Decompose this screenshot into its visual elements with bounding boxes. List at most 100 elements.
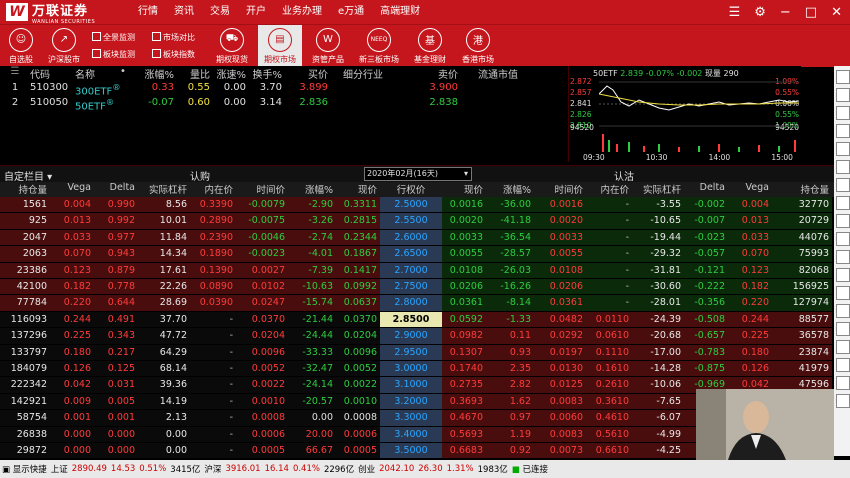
cell: 0.0592 [442,311,486,328]
sidebar-tool-icon[interactable] [836,340,850,354]
col-header[interactable]: Delta [684,182,728,197]
expiry-month-select[interactable]: 2020年02月(16天) ▾ [364,167,472,181]
sh-sz-market-button[interactable]: ↗ 沪深股市 [44,25,84,67]
chart-icon: ↗ [52,27,76,52]
cell: 0.00 [138,443,190,459]
sidebar-tool-icon[interactable] [836,232,850,246]
cell: - [586,262,632,278]
sidebar-tool-icon[interactable] [836,178,850,192]
sidebar-tool-icon[interactable] [836,376,850,390]
fund-button[interactable]: 基基金理财 [408,25,452,67]
option-row[interactable]: 2047 0.033 0.977 11.84 0.2390 -0.0046 -2.74 0.2… [0,229,834,246]
col-header[interactable]: 现价 [442,182,486,197]
sidebar-tool-icon[interactable] [836,250,850,264]
sector-monitor-checkbox[interactable]: 板块监测 [92,49,135,60]
sidebar-tool-icon[interactable] [836,268,850,282]
sidebar-tool-icon[interactable] [836,286,850,300]
col-header[interactable]: 涨幅% [288,182,336,197]
col-header[interactable]: 涨速% [210,66,246,80]
cell: 0.0006 [336,426,380,442]
option-row[interactable]: 137296 0.225 0.343 47.72-0.0204 -24.44 0.0204… [0,328,834,344]
col-header[interactable]: 实际杠杆 [632,182,684,197]
list-menu-icon[interactable]: ☰ [729,5,741,20]
col-header[interactable]: 现价 [336,182,380,197]
option-row[interactable]: 42100 0.182 0.778 22.26 0.0890 0.0102 -10.63 0.… [0,279,834,295]
option-row[interactable]: 1561 0.004 0.990 8.56 0.3390 -0.0079 -2.90 0.33… [0,197,834,213]
col-header[interactable]: Delta [94,182,138,197]
watchlist-row[interactable]: 1 510300 300ETF® 0.33 0.55 0.00 3.70 3.8… [0,82,458,96]
sidebar-tool-icon[interactable] [836,124,850,138]
col-header[interactable]: 时间价 [534,182,586,197]
sidebar-tool-icon[interactable] [836,322,850,336]
maximize-icon[interactable]: □ [805,5,817,20]
col-header[interactable]: Vega [728,182,772,197]
col-header[interactable]: 涨幅% [486,182,534,197]
col-header[interactable]: 时间价 [236,182,288,197]
cell: 0.0005 [336,443,380,459]
menu-item[interactable]: 开户 [238,0,274,24]
col-header[interactable]: 持仓量 [0,182,50,197]
col-header[interactable]: 细分行业 [328,66,398,80]
close-icon[interactable]: ✕ [831,5,842,20]
col-header[interactable]: 实际杠杆 [138,182,190,197]
intraday-mini-chart[interactable]: 50ETF 2.839 -0.07% -0.002 现量 290 2.872 2… [568,66,801,162]
menu-item[interactable]: 高端理财 [372,0,428,24]
option-spot-button[interactable]: ⛟ 期权现货 [210,25,254,67]
custom-columns-dropdown[interactable]: 自定栏目 ▾ [4,168,52,183]
col-header[interactable]: 内在价 [586,182,632,197]
option-market-button[interactable]: ▤ 期权市场 [258,25,302,67]
cell: 0.5693 [442,426,486,442]
y-tick: 2.872 [570,77,592,86]
col-header[interactable]: 流通市值 [458,66,518,80]
neeq-market-button[interactable]: NEEQ 新三板市场 [356,25,402,67]
sidebar-tool-icon[interactable] [836,196,850,210]
panorama-monitor-checkbox[interactable]: 全景监测 [92,32,135,43]
quick-display-toggle[interactable]: ▣ 显示快捷 [0,463,47,475]
option-row[interactable]: 184079 0.126 0.125 68.14-0.0052 -32.47 0.0052… [0,361,834,377]
watchlist-row[interactable]: 2 510050 50ETF® -0.07 0.60 0.00 3.14 2.8… [0,97,458,111]
col-header[interactable]: 内在价 [190,182,236,197]
title-bar: W 万联证券 WANLIAN SECURITIES 行情 资讯 交易 开户 业务… [0,0,850,25]
sidebar-tool-icon[interactable] [836,394,850,408]
col-header[interactable]: 代码 [30,66,75,80]
col-header[interactable]: 换手% [246,66,282,80]
sidebar-tool-icon[interactable] [836,142,850,156]
menu-item[interactable]: 行情 [130,0,166,24]
col-header[interactable]: 涨幅% [136,66,174,80]
watchlist-button[interactable]: ☺ 自选股 [4,25,38,67]
col-header[interactable]: 名称 [75,66,120,80]
cell: -3.55 [632,197,684,213]
settings-icon[interactable]: ☰ [0,66,30,80]
sidebar-tool-icon[interactable] [836,160,850,174]
col-header[interactable]: 买价 [282,66,328,80]
menu-item[interactable]: e万通 [330,0,372,24]
col-header[interactable]: Vega [50,182,94,197]
option-row[interactable]: 23386 0.123 0.879 17.61 0.1390 0.0027 -7.39 0.1… [0,262,834,278]
sidebar-tool-icon[interactable] [836,70,850,84]
minimize-icon[interactable]: − [780,5,791,20]
option-row[interactable]: 116093 0.244 0.491 37.70-0.0370 -21.44 0.0370… [0,311,834,328]
option-row[interactable]: 925 0.013 0.992 10.01 0.2890 -0.0075 -3.26 0.28… [0,213,834,229]
sidebar-tool-icon[interactable] [836,358,850,372]
sidebar-tool-icon[interactable] [836,88,850,102]
col-header[interactable]: 量比 [174,66,210,80]
menu-item[interactable]: 资讯 [166,0,202,24]
sidebar-tool-icon[interactable] [836,214,850,228]
sector-index-checkbox[interactable]: 板块指数 [152,49,195,60]
option-row[interactable]: 2063 0.070 0.943 14.34 0.1890 -0.0023 -4.01 0.1… [0,246,834,262]
cell: 20729 [772,213,832,229]
sidebar-tool-icon[interactable] [836,106,850,120]
cell: 0.0130 [534,361,586,377]
menu-item[interactable]: 交易 [202,0,238,24]
market-compare-checkbox[interactable]: 市场对比 [152,32,195,43]
col-header[interactable]: 行权价 [380,182,442,197]
col-header[interactable]: 持仓量 [772,182,832,197]
col-header[interactable]: 卖价 [398,66,458,80]
option-row[interactable]: 133797 0.180 0.217 64.29-0.0096 -33.33 0.0096… [0,344,834,360]
asset-management-button[interactable]: W 资管产品 [306,25,350,67]
gear-icon[interactable]: ⚙ [754,5,766,20]
sidebar-tool-icon[interactable] [836,304,850,318]
hk-market-button[interactable]: 港香港市场 [456,25,500,67]
menu-item[interactable]: 业务办理 [274,0,330,24]
option-row[interactable]: 77784 0.220 0.644 28.69 0.0390 0.0247 -15.74 0.… [0,295,834,311]
